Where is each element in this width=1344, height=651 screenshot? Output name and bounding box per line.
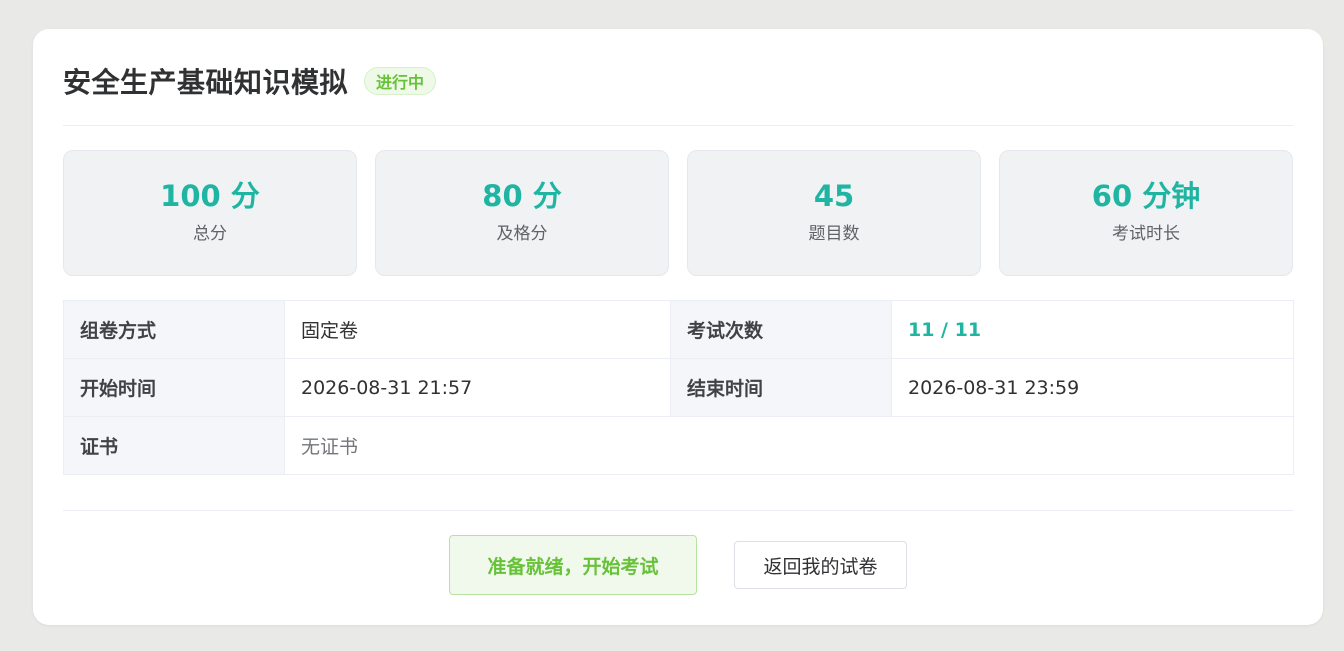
certificate-value: 无证书: [284, 416, 1294, 475]
mode-label: 组卷方式: [63, 300, 285, 359]
stat-label: 及格分: [496, 224, 548, 244]
stat-total-score: 100 分 总分: [63, 150, 357, 276]
header-divider: [63, 125, 1293, 126]
stat-duration: 60 分钟 考试时长: [999, 150, 1293, 276]
stat-value: 100 分: [160, 179, 260, 213]
stat-label: 总分: [193, 224, 227, 244]
action-bar: 准备就绪，开始考试 返回我的试卷: [33, 535, 1323, 595]
stat-label: 考试时长: [1112, 224, 1180, 244]
actions-divider: [63, 510, 1293, 511]
stat-label: 题目数: [808, 224, 860, 244]
attempts-value: 11 / 11: [891, 300, 1294, 359]
certificate-label: 证书: [63, 416, 285, 475]
stat-question-count: 45 题目数: [687, 150, 981, 276]
start-time-value: 2026-08-31 21:57: [284, 358, 671, 417]
table-row: 证书 无证书: [63, 416, 1294, 475]
exam-title: 安全生产基础知识模拟: [63, 66, 349, 99]
table-row: 开始时间 2026-08-31 21:57 结束时间 2026-08-31 23…: [63, 358, 1294, 417]
stat-pass-score: 80 分 及格分: [375, 150, 669, 276]
back-to-my-papers-button[interactable]: 返回我的试卷: [734, 541, 907, 589]
stat-value: 80 分: [482, 179, 562, 213]
start-time-label: 开始时间: [63, 358, 285, 417]
status-badge: 进行中: [364, 67, 437, 95]
end-time-label: 结束时间: [670, 358, 892, 417]
mode-value: 固定卷: [284, 300, 671, 359]
exam-info-card: 安全生产基础知识模拟 进行中 100 分 总分 80 分 及格分 45 题目数 …: [33, 29, 1323, 625]
stat-value: 45: [813, 179, 855, 213]
exam-header: 安全生产基础知识模拟 进行中: [63, 61, 1293, 101]
end-time-value: 2026-08-31 23:59: [891, 358, 1294, 417]
attempts-label: 考试次数: [670, 300, 892, 359]
stats-row: 100 分 总分 80 分 及格分 45 题目数 60 分钟 考试时长: [63, 150, 1293, 276]
exam-details-table: 组卷方式 固定卷 考试次数 11 / 11 开始时间 2026-08-31 21…: [63, 300, 1294, 475]
start-exam-button[interactable]: 准备就绪，开始考试: [449, 535, 697, 595]
stat-value: 60 分钟: [1091, 179, 1201, 213]
table-row: 组卷方式 固定卷 考试次数 11 / 11: [63, 300, 1294, 359]
